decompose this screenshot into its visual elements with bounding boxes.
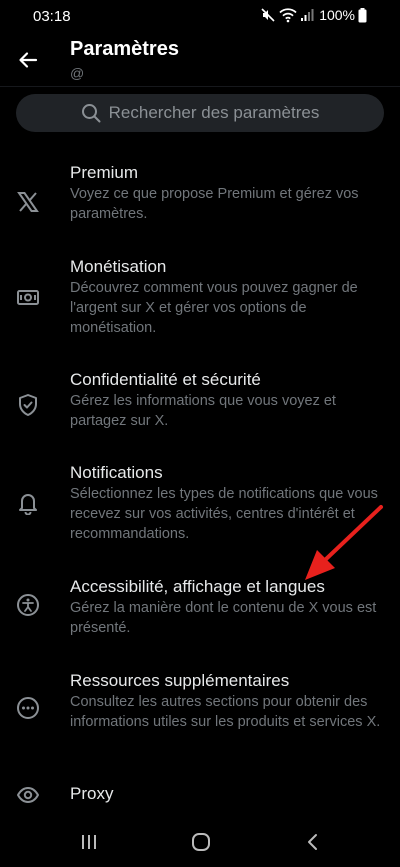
status-icons: 100% [260, 7, 367, 23]
header-divider [0, 86, 400, 87]
signal-icon [300, 8, 314, 22]
setting-title: Proxy [70, 784, 114, 803]
battery-percent: 100% [319, 7, 355, 23]
eye-icon [15, 782, 41, 808]
x-logo-icon [15, 189, 41, 215]
setting-title: Accessibilité, affichage et langues [70, 577, 325, 596]
setting-description: Gérez la manière dont le contenu de X vo… [70, 600, 377, 636]
search-icon [81, 103, 101, 123]
chevron-left-icon [308, 834, 317, 850]
setting-monetisation[interactable]: Monétisation Découvrez comment vous pouv… [0, 256, 400, 346]
setting-description: Sélectionnez les types de notifications … [70, 486, 378, 542]
battery-icon [358, 7, 367, 23]
setting-description: Gérez les informations que vous voyez et… [70, 393, 336, 429]
setting-description: Découvrez comment vous pouvez gagner de … [70, 280, 358, 336]
recent-apps-icon [82, 835, 96, 849]
arrow-left-icon [19, 52, 38, 68]
back-button[interactable] [14, 46, 42, 74]
app-header: Paramètres @ [0, 34, 400, 86]
setting-title: Premium [70, 163, 139, 182]
setting-premium[interactable]: Premium Voyez ce que propose Premium et … [0, 162, 400, 242]
setting-title: Notifications [70, 463, 163, 482]
setting-privacy-security[interactable]: Confidentialité et sécurité Gérez les in… [0, 369, 400, 439]
home-icon [192, 833, 210, 851]
status-time: 03:18 [33, 8, 71, 25]
setting-accessibility-display-languages[interactable]: Accessibilité, affichage et langues Gére… [0, 576, 400, 646]
home-button[interactable] [186, 829, 216, 855]
setting-additional-resources[interactable]: Ressources supplémentaires Consultez les… [0, 670, 400, 760]
accessibility-icon [15, 592, 41, 618]
page-title: Paramètres [70, 38, 179, 60]
setting-title: Ressources supplémentaires [70, 671, 290, 690]
account-handle: @ [70, 65, 85, 81]
recent-apps-button[interactable] [74, 829, 104, 855]
status-bar: 03:18 100% [0, 0, 400, 34]
setting-title: Confidentialité et sécurité [70, 370, 261, 389]
setting-description: Consultez les autres sections pour obten… [70, 694, 381, 730]
setting-description: Voyez ce que propose Premium et gérez vo… [70, 186, 359, 222]
system-back-button[interactable] [298, 829, 328, 855]
more-circle-icon [15, 695, 41, 721]
wifi-icon [279, 7, 297, 23]
setting-title: Monétisation [70, 257, 167, 276]
setting-notifications[interactable]: Notifications Sélectionnez les types de … [0, 462, 400, 552]
search-placeholder: Rechercher des paramètres [108, 103, 320, 122]
system-navigation-bar [0, 817, 400, 867]
mute-icon [260, 7, 276, 23]
money-icon [15, 284, 41, 310]
settings-screen: 03:18 100% Paramètres @ Rechercher des p… [0, 0, 400, 867]
settings-search-input[interactable]: Rechercher des paramètres [16, 94, 384, 132]
bell-icon [15, 490, 41, 516]
shield-check-icon [15, 392, 41, 418]
